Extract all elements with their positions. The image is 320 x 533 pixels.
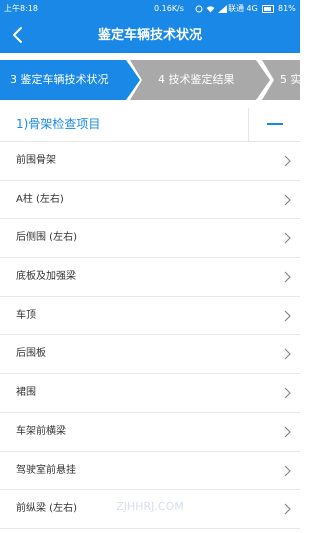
- list-item-label: 裙围: [16, 387, 36, 399]
- collapse-minus-icon[interactable]: [249, 108, 300, 142]
- list-item[interactable]: 底板及加强梁: [0, 258, 300, 297]
- chevron-right-icon: [284, 503, 291, 515]
- list-item[interactable]: 裙围: [0, 374, 300, 413]
- list-item-label: 前纵梁 (左右): [16, 503, 77, 515]
- list-item[interactable]: 车顶: [0, 296, 300, 336]
- step-3[interactable]: 3 鉴定车辆技术状况: [0, 60, 142, 100]
- step-4[interactable]: 4 技术鉴定结果: [130, 60, 276, 100]
- step-5[interactable]: 5 实: [262, 60, 300, 100]
- list-item[interactable]: 前纵梁 (左右): [0, 490, 300, 529]
- status-icons: [195, 0, 227, 18]
- signal-icon: [218, 5, 227, 13]
- status-time: 上午8:18: [4, 4, 38, 13]
- section-title: 1)骨架检查项目: [16, 117, 101, 131]
- step-indicator: 3 鉴定车辆技术状况 4 技术鉴定结果 5 实: [0, 60, 300, 100]
- list-item-label: 车顶: [16, 309, 36, 321]
- chevron-right-icon: [284, 194, 291, 206]
- status-bar: 上午8:18 0.16K/s 联通 4G 81%: [0, 0, 300, 18]
- status-speed: 0.16K/s: [154, 4, 184, 13]
- list-item[interactable]: A柱 (左右): [0, 180, 300, 220]
- wifi-icon: [206, 6, 215, 13]
- list-item-label: A柱 (左右): [16, 193, 64, 205]
- list-item-label: 后围板: [16, 348, 46, 360]
- chevron-right-icon: [284, 310, 291, 322]
- list-item-label: 车架前横梁: [16, 425, 66, 437]
- check-item-list: 前围骨架 A柱 (左右) 后侧围 (左右) 底板及加强梁 车顶 后围板 裙围 车…: [0, 142, 300, 529]
- status-battery: 81%: [278, 4, 296, 13]
- list-item[interactable]: 驾驶室前悬挂: [0, 451, 300, 491]
- status-carrier: 联通 4G: [228, 4, 258, 13]
- list-item[interactable]: 前围骨架: [0, 142, 300, 181]
- chevron-right-icon: [284, 155, 291, 167]
- battery-icon: [262, 5, 274, 13]
- step-5-label: 5 实: [280, 73, 300, 86]
- page-title: 鉴定车辆技术状况: [97, 28, 202, 43]
- step-3-label: 3 鉴定车辆技术状况: [10, 73, 109, 86]
- alarm-icon: [195, 5, 203, 13]
- list-item-label: 底板及加强梁: [16, 271, 76, 283]
- list-item[interactable]: 车架前横梁: [0, 412, 300, 452]
- list-item[interactable]: 后侧围 (左右): [0, 219, 300, 259]
- chevron-right-icon: [284, 232, 291, 244]
- list-item-label: 驾驶室前悬挂: [16, 464, 76, 476]
- chevron-right-icon: [284, 465, 291, 476]
- section-header: 1)骨架检查项目: [0, 108, 300, 142]
- list-item-label: 后侧围 (左右): [16, 232, 77, 244]
- nav-bar: 鉴定车辆技术状况: [0, 18, 300, 53]
- list-item[interactable]: 后围板: [0, 335, 300, 375]
- chevron-right-icon: [284, 426, 291, 438]
- step-4-label: 4 技术鉴定结果: [158, 73, 235, 86]
- chevron-right-icon: [284, 271, 291, 283]
- chevron-right-icon: [284, 349, 291, 360]
- list-item-label: 前围骨架: [16, 155, 56, 166]
- chevron-right-icon: [284, 387, 291, 399]
